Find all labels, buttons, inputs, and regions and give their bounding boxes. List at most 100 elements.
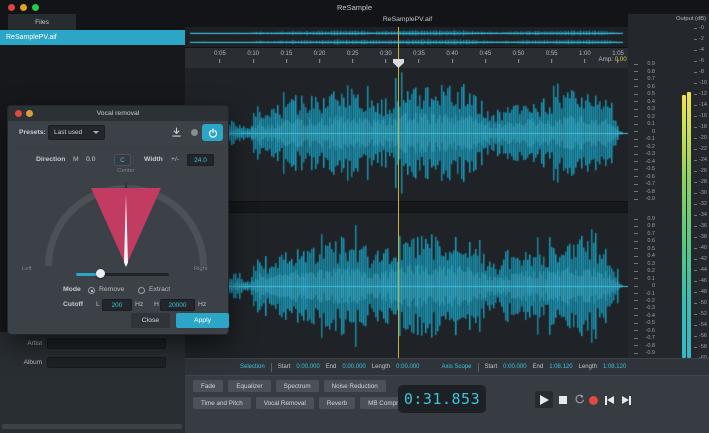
timeline-tick: 0:50 (513, 51, 524, 63)
amp-scale-label: 0.8 (630, 223, 656, 229)
record-button[interactable] (589, 395, 598, 405)
low-unit-label: Hz (135, 301, 144, 308)
amp-scale-label: 0.5 (630, 246, 656, 252)
overview-strip[interactable] (185, 27, 628, 48)
album-field[interactable] (47, 357, 166, 368)
right-dial-label: Right (194, 266, 208, 272)
cutoff-label: Cutoff (63, 301, 84, 308)
play-button[interactable] (535, 391, 553, 408)
extract-option-label[interactable]: Extract (149, 286, 170, 293)
mono-label: M (73, 156, 79, 163)
loop-button[interactable] (574, 394, 585, 405)
window-titlebar: ReSample (0, 0, 709, 14)
document-tab[interactable]: ReSamplePV.aif (185, 16, 630, 23)
overview-waveform[interactable] (185, 27, 628, 48)
amp-scale-label: -0.7 (630, 335, 656, 341)
meter-scale-label: -4 (694, 47, 709, 53)
meter-scale-label: -20 (694, 135, 709, 141)
save-preset-button[interactable] (170, 126, 183, 139)
stop-button[interactable] (559, 396, 567, 404)
amp-scale-label: 0 (630, 283, 656, 289)
amp-scale-label: 0.2 (630, 114, 656, 120)
meter-panel: Output (dB) 0.9 0.8 0.7 0.6 0.5 0.4 0.3 0.2 0.1 0… (628, 14, 709, 361)
amp-scale-right: 0.9 0.8 0.7 0.6 0.5 0.4 0.3 0.2 0.1 0 -0.1 -0.2 -0.3… (630, 213, 656, 358)
apply-button[interactable]: Apply (176, 313, 229, 328)
bypass-power-button[interactable] (202, 124, 223, 141)
dialog-titlebar[interactable]: Vocal removal (8, 106, 228, 121)
meter-scale-label: -40 (694, 245, 709, 251)
waveform-panel (185, 68, 628, 358)
amp-readout: Amp: 0.00 dB (540, 56, 636, 63)
divider (270, 362, 272, 372)
high-unit-label: Hz (198, 301, 207, 308)
timeline-tick: 0:35 (413, 51, 425, 63)
axis-scope-label: Axis Scope (441, 364, 472, 370)
next-button[interactable] (622, 395, 631, 405)
dial-notch (125, 183, 127, 188)
meter-scale-label: -10 (694, 80, 709, 86)
amp-scale-label: 0.2 (630, 268, 656, 274)
radio-remove[interactable] (88, 287, 95, 294)
presets-label: Presets: (19, 129, 46, 136)
meter-scale-label: -36 (694, 223, 709, 229)
album-label: Album (23, 359, 42, 366)
output-db-label: Output (dB) (676, 16, 706, 22)
chevron-down-icon (93, 131, 99, 134)
meter-scale-label: -46 (694, 278, 709, 284)
radio-extract[interactable] (138, 287, 145, 294)
width-field[interactable]: 24.0 (187, 154, 214, 166)
direction-value[interactable]: 0.0 (86, 156, 95, 163)
slider-thumb[interactable] (96, 269, 105, 278)
resample-app-window: ReSample Files ReSamplePV.aif Artist Alb… (0, 0, 709, 433)
selection-length-value: 0:00.000 (396, 364, 420, 370)
timeline-tick: 0:30 (380, 51, 392, 63)
amp-scale-label: 0.3 (630, 261, 656, 267)
waveform-channel-left[interactable] (185, 68, 628, 201)
waveform-channel-right[interactable] (185, 213, 628, 358)
cutoff-low-field[interactable]: 200 (102, 299, 132, 311)
tab-files[interactable]: Files (8, 14, 76, 30)
remove-option-label[interactable]: Remove (99, 286, 124, 293)
width-slider[interactable] (76, 273, 169, 276)
metadata-panel: Artist Album (0, 332, 185, 433)
meter-scale-label: -22 (694, 146, 709, 152)
divider (14, 148, 224, 149)
sidebar-tabbar: Files (0, 14, 185, 30)
meter-scale-label: -14 (694, 102, 709, 108)
amp-scale-label: 0.1 (630, 276, 656, 282)
timeline-tick: 0:15 (280, 51, 292, 63)
amp-scale-label: -0.2 (630, 298, 656, 304)
previous-button[interactable] (605, 395, 614, 405)
amp-scale-label: -0.1 (630, 291, 656, 297)
meter-scale-label: -54 (694, 322, 709, 328)
artist-field[interactable] (47, 338, 166, 349)
bottom-toolbar: Fade Equalizer Spectrum Noise Reduction Time… (185, 375, 709, 433)
preset-select[interactable]: Last used (48, 125, 105, 140)
amp-scale-label: -0.5 (630, 166, 656, 172)
window-title: ReSample (336, 3, 373, 12)
compare-icon[interactable] (191, 129, 198, 136)
meter-scale-label: -2 (694, 36, 709, 42)
dialog-title: Vocal removal (96, 109, 140, 117)
status-bar: Selection Start 0:00.000 End 0:00.000 Le… (185, 358, 709, 375)
file-list-item[interactable]: ReSamplePV.aif (0, 30, 185, 45)
amp-scale-label: 0.4 (630, 99, 656, 105)
meter-scale-label: -8 (694, 69, 709, 75)
metadata-scrollbar[interactable] (2, 424, 182, 429)
selection-length-label: Length (371, 364, 391, 370)
selection-start-value: 0:00.000 (296, 364, 320, 370)
level-meter-right (687, 92, 691, 358)
timeline-tick: 0:25 (347, 51, 359, 63)
amp-scale-label: -0.8 (630, 343, 656, 349)
amp-value: 0.00 (614, 56, 627, 63)
transport-controls (185, 376, 709, 433)
cutoff-high-field[interactable]: 20000 (160, 299, 195, 311)
meter-scale-label: -26 (694, 168, 709, 174)
high-label: H (154, 301, 159, 308)
center-reset-button[interactable]: C (114, 154, 131, 166)
amp-scale-label: -0.6 (630, 328, 656, 334)
meter-scale-label: -56 (694, 333, 709, 339)
axis-end-value: 1:08.120 (549, 364, 573, 370)
close-button[interactable]: Close (131, 313, 170, 328)
meter-scale-label: -52 (694, 311, 709, 317)
